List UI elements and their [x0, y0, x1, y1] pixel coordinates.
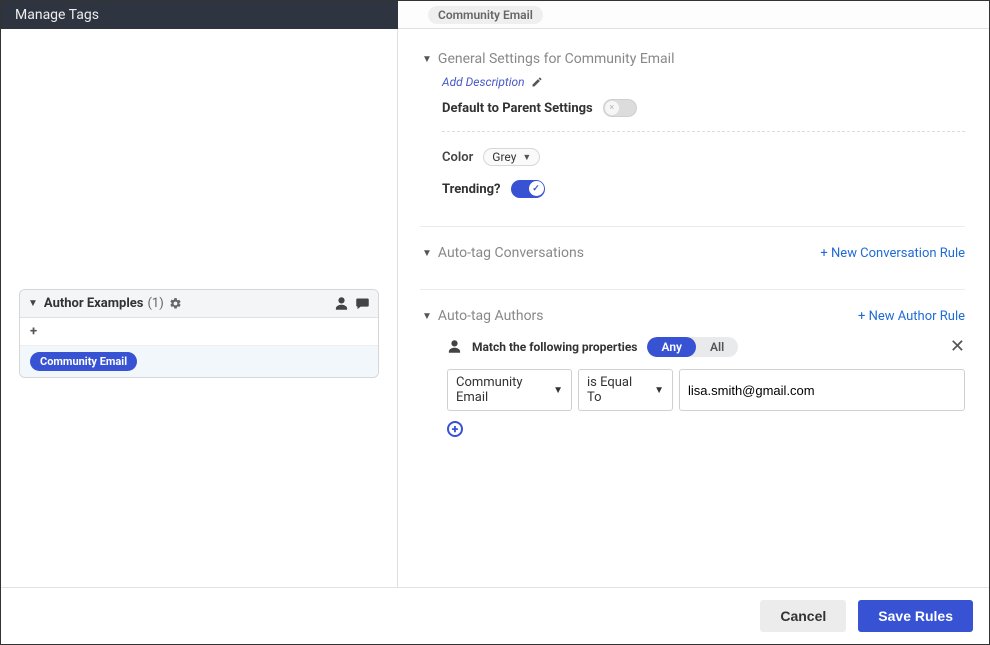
add-description-link[interactable]: Add Description — [442, 75, 965, 89]
divider — [442, 131, 965, 132]
main-pane: ▼ General Settings for Community Email A… — [398, 29, 989, 587]
chevron-down-icon: ▼ — [422, 311, 432, 322]
chevron-down-icon: ▼ — [422, 248, 432, 259]
tag-group-header[interactable]: ▼ Author Examples (1) — [20, 290, 378, 318]
color-label: Color — [442, 150, 473, 165]
sidebar: ▼ Author Examples (1) + Community Email — [1, 29, 398, 587]
trending-label: Trending? — [442, 182, 501, 197]
new-author-rule-link[interactable]: + New Author Rule — [858, 309, 965, 324]
divider — [420, 289, 965, 290]
save-rules-button[interactable]: Save Rules — [858, 600, 973, 632]
sidebar-title-text: Manage Tags — [15, 7, 99, 23]
match-mode-any[interactable]: Any — [647, 337, 696, 357]
default-parent-label: Default to Parent Settings — [442, 101, 593, 116]
tag-list-item[interactable]: Community Email — [20, 346, 378, 377]
match-mode-all[interactable]: All — [696, 337, 738, 357]
match-mode-segmented: Any All — [647, 337, 738, 357]
tag-pill: Community Email — [30, 352, 137, 371]
color-dropdown[interactable]: Grey ▼ — [483, 148, 540, 166]
section-conversations-title[interactable]: ▼ Auto-tag Conversations — [422, 245, 584, 261]
person-icon — [447, 339, 462, 354]
tag-group-count: (1) — [147, 296, 163, 311]
pencil-icon[interactable] — [531, 76, 543, 88]
new-conversation-rule-link[interactable]: + New Conversation Rule — [820, 246, 965, 261]
color-value: Grey — [492, 150, 516, 164]
condition-value-input[interactable] — [679, 369, 965, 411]
trending-toggle[interactable]: ✓ — [511, 180, 545, 198]
divider — [420, 226, 965, 227]
plus-icon: + — [30, 324, 37, 339]
breadcrumb-bar: Community Email — [398, 1, 989, 29]
condition-field-select[interactable]: Community Email ▼ — [447, 369, 572, 411]
add-condition-button[interactable]: + — [447, 421, 463, 437]
section-conversations-title-text: Auto-tag Conversations — [438, 245, 584, 261]
default-parent-toggle[interactable]: × — [603, 99, 637, 117]
condition-operator-select[interactable]: is Equal To ▼ — [578, 369, 673, 411]
chevron-down-icon: ▼ — [522, 152, 531, 163]
tag-group-title: Author Examples — [44, 296, 144, 311]
add-description-text: Add Description — [442, 75, 525, 89]
section-authors-title-text: Auto-tag Authors — [438, 308, 544, 324]
footer: Cancel Save Rules — [1, 587, 989, 644]
chevron-down-icon: ▼ — [654, 385, 664, 396]
chevron-down-icon: ▼ — [553, 385, 563, 396]
chevron-down-icon: ▼ — [28, 298, 38, 309]
chevron-down-icon: ▼ — [422, 54, 432, 65]
current-tag-chip: Community Email — [428, 6, 543, 24]
match-properties-label: Match the following properties — [472, 340, 637, 354]
section-general-title[interactable]: ▼ General Settings for Community Email — [422, 51, 965, 67]
section-authors-title[interactable]: ▼ Auto-tag Authors — [422, 308, 544, 324]
close-icon[interactable]: ✕ — [950, 336, 965, 357]
gear-icon[interactable] — [169, 297, 182, 310]
condition-operator-value: is Equal To — [587, 375, 646, 405]
sidebar-title: Manage Tags — [1, 1, 398, 29]
tag-group-panel: ▼ Author Examples (1) + Community Email — [19, 289, 379, 378]
person-icon[interactable] — [334, 296, 349, 311]
section-general-title-text: General Settings for Community Email — [438, 51, 675, 67]
cancel-button[interactable]: Cancel — [760, 600, 846, 632]
chat-icon[interactable] — [355, 296, 370, 311]
condition-field-value: Community Email — [456, 375, 545, 405]
add-tag-button[interactable]: + — [20, 318, 378, 346]
